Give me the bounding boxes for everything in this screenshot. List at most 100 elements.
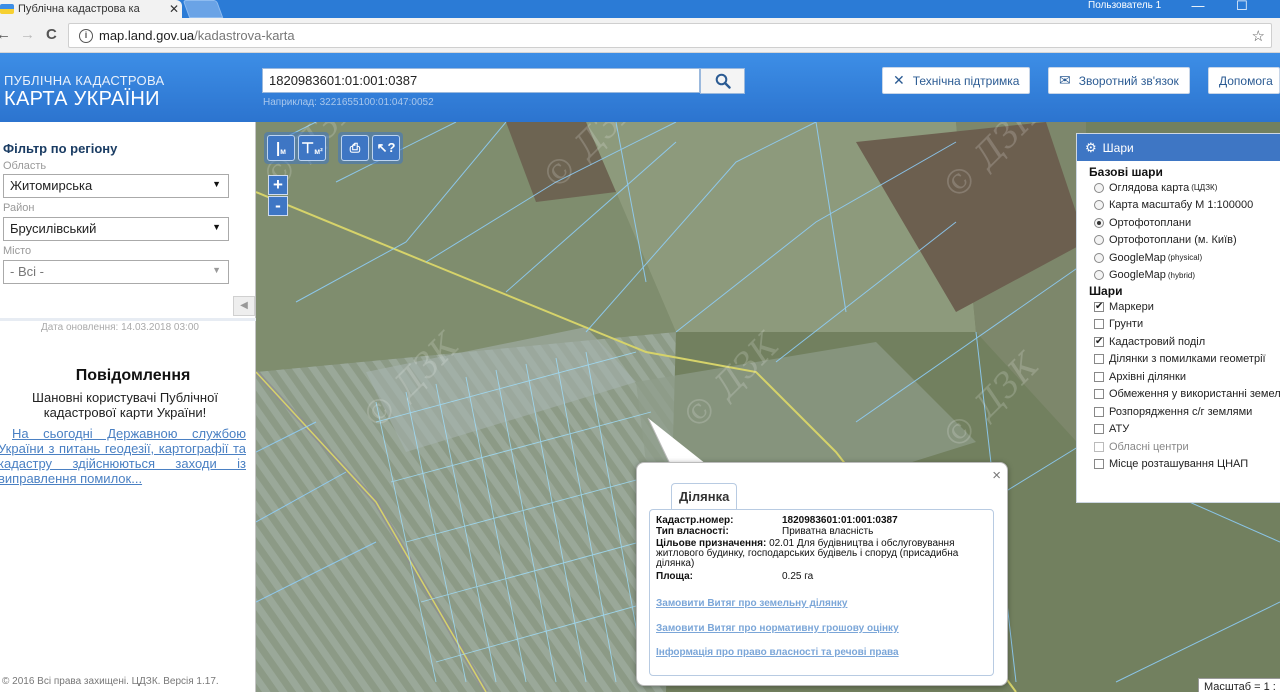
area-label: Площа: (656, 571, 693, 582)
overlay-layer-option[interactable]: Маркери (1094, 298, 1280, 316)
identify-button[interactable]: ↖? (372, 135, 400, 161)
overlay-layer-option[interactable]: Грунти (1094, 316, 1280, 334)
overlay-layer-option[interactable]: Архівні ділянки (1094, 368, 1280, 386)
overlay-layer-label: Місце розташування ЦНАП (1109, 458, 1249, 471)
base-layer-sup: (hybrid) (1167, 270, 1195, 280)
new-tab-button[interactable] (182, 0, 224, 18)
update-date: Дата оновлення: 14.03.2018 03:00 (41, 322, 199, 333)
region-label: Область (3, 160, 47, 172)
base-layer-label: GoogleMap (1109, 269, 1166, 282)
search-button[interactable] (700, 68, 745, 94)
overlay-layer-label: Маркери (1109, 300, 1154, 313)
notice-text: Шановні користувачі Публічної кадастрово… (32, 390, 218, 420)
overlay-layer-option[interactable]: Кадастровий поділ (1094, 333, 1280, 351)
checkbox[interactable] (1094, 459, 1104, 470)
base-layer-option[interactable]: GoogleMap (physical) (1094, 249, 1280, 267)
chevron-down-icon: ▼ (212, 265, 221, 275)
overlay-layer-label: Грунти (1109, 318, 1144, 331)
close-icon[interactable]: × (992, 467, 1001, 484)
feedback-button[interactable]: ✉ Зворотний зв'язок (1048, 67, 1190, 94)
tab-close-icon[interactable]: ✕ (166, 2, 182, 16)
feedback-label: Зворотний зв'язок (1078, 73, 1179, 88)
overlay-layer-label: Обласні центри (1109, 440, 1189, 453)
district-label: Район (3, 202, 35, 214)
tab-parcel[interactable]: Ділянка (671, 483, 738, 509)
radio-button[interactable] (1094, 235, 1104, 246)
browser-user-label[interactable]: Пользователь 1 (1088, 0, 1161, 18)
checkbox[interactable] (1094, 441, 1104, 452)
print-button[interactable]: ⎙ (341, 135, 369, 161)
base-layer-option[interactable]: GoogleMap (hybrid) (1094, 267, 1280, 285)
map-view[interactable]: © ДЗК © ДЗК © ДЗК © ДЗК © ДЗК © ДЗК |м ⊤… (256, 122, 1280, 692)
checkbox[interactable] (1094, 424, 1104, 435)
help-button[interactable]: Допомога (1208, 67, 1280, 94)
notice-title: Повідомлення (75, 367, 191, 384)
overlay-layer-option[interactable]: Розпорядження с/г землями (1094, 403, 1280, 421)
order-valuation-link[interactable]: Замовити Витяг про нормативну грошову оц… (656, 623, 899, 634)
minimize-icon[interactable]: — (1178, 0, 1218, 18)
overlay-layer-option[interactable]: Обласні центри (1094, 438, 1280, 456)
back-icon[interactable]: ← (0, 26, 11, 43)
forward-icon[interactable]: → (20, 26, 35, 43)
checkbox[interactable] (1094, 354, 1104, 365)
area-row: Площа: 0.25 га (656, 572, 813, 582)
base-layer-option[interactable]: Карта масштабу М 1:100000 (1094, 197, 1280, 215)
copyright: © 2016 Всі права захищені. ЦДЗК. Версія … (2, 676, 219, 687)
base-layer-option[interactable]: Ортофотоплани (1094, 214, 1280, 232)
bookmark-star-icon[interactable]: ☆ (1252, 27, 1265, 45)
zoom-out-button[interactable]: - (268, 196, 288, 216)
notice-link[interactable]: На сьогодні Державною службою України з … (0, 426, 246, 486)
tools-icon: ✕ (893, 72, 905, 88)
checkbox[interactable] (1094, 336, 1104, 347)
overlay-layer-option[interactable]: Обмеження у використанні земель (1094, 386, 1280, 404)
radio-button[interactable] (1094, 200, 1104, 211)
radio-button[interactable] (1094, 182, 1104, 193)
ownership-label: Тип власності: (656, 526, 729, 537)
reload-icon[interactable]: C (46, 26, 57, 43)
region-value: Житомирська (10, 178, 93, 193)
browser-titlebar: Публічна кадастрова ка ✕ Пользователь 1 … (0, 0, 1280, 18)
overlay-layer-option[interactable]: АТУ (1094, 421, 1280, 439)
checkbox[interactable] (1094, 371, 1104, 382)
base-layer-option[interactable]: Ортофотоплани (м. Київ) (1094, 232, 1280, 250)
collapse-sidebar-button[interactable]: ◀ (233, 296, 255, 316)
checkbox[interactable] (1094, 389, 1104, 400)
overlay-layer-label: Кадастровий поділ (1109, 335, 1206, 348)
layers-header[interactable]: ⚙ Шари (1077, 134, 1280, 161)
ruler-length-button[interactable]: | м (267, 135, 295, 161)
support-button[interactable]: ✕ Технічна підтримка (882, 67, 1031, 94)
checkbox[interactable] (1094, 301, 1104, 312)
maximize-icon[interactable]: ☐ (1222, 0, 1262, 18)
checkbox[interactable] (1094, 319, 1104, 330)
base-layer-label: GoogleMap (1109, 251, 1166, 264)
order-extract-link[interactable]: Замовити Витяг про земельну ділянку (656, 598, 847, 609)
city-select[interactable]: - Всі - ▼ (3, 260, 229, 284)
overlay-layer-option[interactable]: Місце розташування ЦНАП (1094, 456, 1280, 474)
district-select[interactable]: Брусилівський ▼ (3, 217, 229, 241)
zoom-in-button[interactable]: + (268, 175, 288, 195)
radio-button[interactable] (1094, 252, 1104, 263)
radio-button[interactable] (1094, 270, 1104, 281)
site-info-icon[interactable]: i (79, 28, 93, 43)
parcel-info: Кадастр.номер: 1820983601:01:001:0387 Тип… (649, 509, 994, 676)
search-hint: Наприклад: 3221655100:01:047:0052 (263, 97, 434, 108)
app-header: ПУБЛІЧНА КАДАСТРОВА КАРТА УКРАЇНИ Наприк… (0, 53, 1280, 122)
ruler-area-button[interactable]: ⊤ м² (298, 135, 326, 161)
ownership-info-link[interactable]: Інформація про право власності та речові… (656, 647, 899, 658)
base-layers-title: Базові шари (1089, 165, 1163, 179)
radio-button[interactable] (1094, 217, 1104, 228)
city-label: Місто (3, 245, 32, 257)
cadastral-search-input[interactable] (262, 68, 700, 93)
checkbox[interactable] (1094, 406, 1104, 417)
parcel-popup: × Ділянка Кадастр.номер: 1820983601:01:00… (636, 462, 1008, 686)
area-value: 0.25 га (782, 571, 814, 582)
region-select[interactable]: Житомирська ▼ (3, 174, 229, 198)
chevron-down-icon: ▼ (212, 179, 221, 189)
base-layer-option[interactable]: Оглядова карта (ЦДЗК) (1094, 179, 1280, 197)
browser-tab[interactable]: Публічна кадастрова ка ✕ (0, 0, 182, 18)
url-bar[interactable]: i map.land.gov.ua/kadastrova-karta ☆ (68, 23, 1272, 48)
district-value: Брусилівський (10, 221, 97, 236)
overlay-layer-option[interactable]: Ділянки з помилками геометрії (1094, 351, 1280, 369)
base-layer-sup: (physical) (1167, 253, 1203, 263)
logo-line1: ПУБЛІЧНА КАДАСТРОВА (4, 73, 165, 88)
